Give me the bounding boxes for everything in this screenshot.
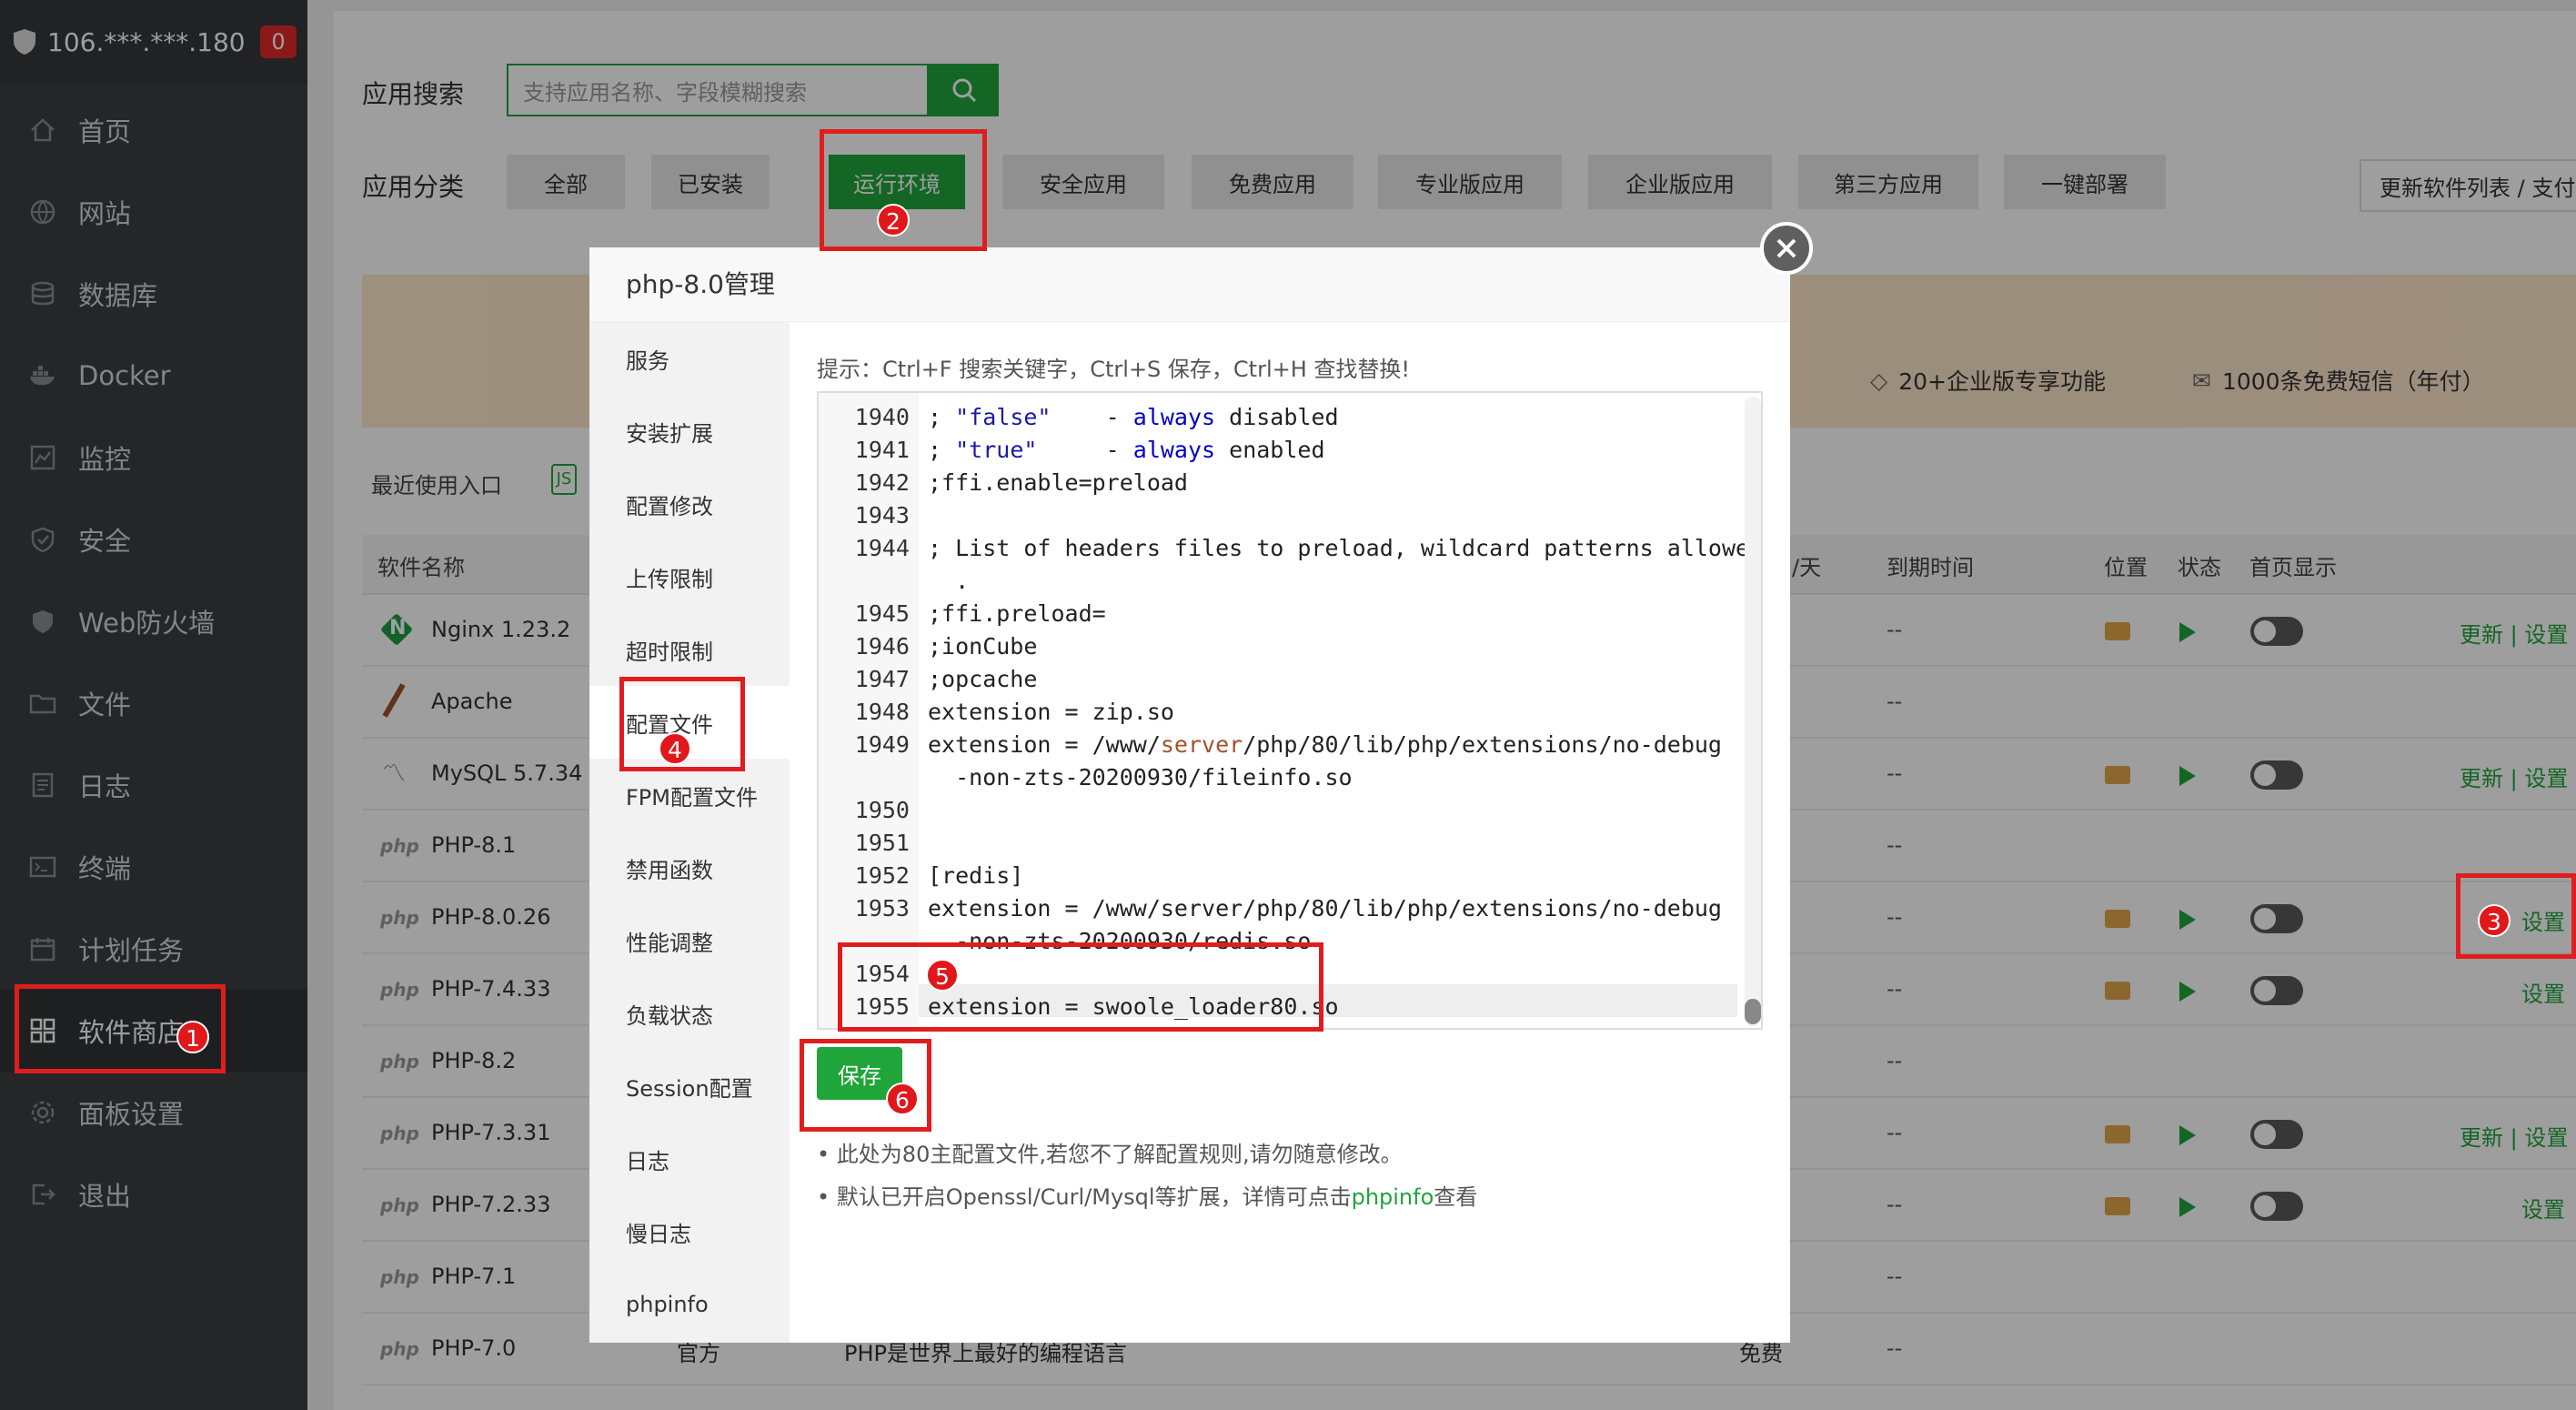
code-line: extension = /www/server/php/80/lib/php/e…	[928, 895, 1722, 922]
line-number: 1953	[854, 895, 910, 922]
line-number: 1945	[854, 600, 910, 627]
dialog-sidebar: 服务 安装扩展 配置修改 上传限制 超时限制 配置文件 FPM配置文件 禁用函数…	[589, 322, 790, 1343]
dialog-title: php-8.0管理	[589, 247, 1790, 322]
tab-slow-log[interactable]: 慢日志	[589, 1195, 790, 1268]
dialog-close-button[interactable]	[1760, 222, 1813, 275]
line-number: 1950	[854, 797, 910, 823]
step-badge-5: 5	[926, 959, 959, 992]
editor-tip: 提示：Ctrl+F 搜索关键字，Ctrl+S 保存，Ctrl+H 查找替换!	[817, 357, 1411, 382]
code-line: ; "true" - always enabled	[928, 437, 1325, 463]
code-line: ;ffi.preload=	[928, 600, 1106, 627]
line-number: 1943	[854, 502, 910, 529]
tab-log[interactable]: 日志	[589, 1123, 790, 1195]
tab-fpm-config-file[interactable]: FPM配置文件	[589, 759, 790, 831]
code-line: ;ffi.enable=preload	[928, 469, 1188, 496]
tab-phpinfo[interactable]: phpinfo	[589, 1268, 790, 1341]
tab-service[interactable]: 服务	[589, 322, 790, 395]
tab-config-edit[interactable]: 配置修改	[589, 468, 790, 540]
tab-disabled-functions[interactable]: 禁用函数	[589, 831, 790, 904]
code-line: extension = /www/server/php/80/lib/php/e…	[928, 731, 1722, 758]
step-badge-3: 3	[2478, 904, 2511, 937]
line-number: 1946	[854, 633, 910, 660]
step-badge-4: 4	[659, 732, 691, 765]
code-line: [redis]	[928, 862, 1024, 889]
editor-scrollbar-thumb[interactable]	[1745, 999, 1761, 1024]
line-number: 1944	[854, 535, 910, 561]
line-number: 1942	[854, 469, 910, 496]
note-item: • 此处为80主配置文件,若您不了解配置规则,请勿随意修改。	[817, 1142, 1403, 1167]
code-line: ;opcache	[928, 666, 1038, 692]
tab-upload-limit[interactable]: 上传限制	[589, 540, 790, 613]
code-line: extension = swoole_loader80.so	[928, 993, 1339, 1020]
tab-session-config[interactable]: Session配置	[589, 1050, 790, 1123]
tab-performance[interactable]: 性能调整	[589, 904, 790, 977]
tab-load-status[interactable]: 负载状态	[589, 977, 790, 1050]
close-icon	[1776, 238, 1796, 258]
line-number: 1951	[854, 830, 910, 856]
line-number: 1947	[854, 666, 910, 692]
tab-timeout-limit[interactable]: 超时限制	[589, 613, 790, 686]
config-code-editor[interactable]: 1940 ; "false" - always disabled 1941 ; …	[817, 391, 1763, 1030]
editor-scrollbar[interactable]	[1745, 397, 1761, 1026]
line-number: 1941	[854, 437, 910, 463]
line-number: 1940	[854, 404, 910, 430]
code-line-wrap: .	[928, 568, 970, 594]
note-item: • 默认已开启Openssl/Curl/Mysql等扩展，详情可点击phpinf…	[817, 1184, 1478, 1210]
line-number: 1949	[854, 731, 910, 758]
step-badge-2: 2	[877, 204, 910, 237]
code-line: ; "false" - always disabled	[928, 404, 1339, 430]
line-number: 1948	[854, 699, 910, 725]
code-line-wrap: -non-zts-20200930/redis.so	[928, 928, 1312, 954]
code-line: ;ionCube	[928, 633, 1038, 660]
line-number: 1952	[854, 862, 910, 889]
tab-install-extension[interactable]: 安装扩展	[589, 395, 790, 468]
code-line: ; List of headers files to preload, wild…	[928, 535, 1763, 561]
step-badge-6: 6	[886, 1083, 919, 1115]
phpinfo-link[interactable]: phpinfo	[1352, 1184, 1434, 1210]
code-line: extension = zip.so	[928, 699, 1174, 725]
line-number: 1955	[854, 993, 910, 1020]
step-badge-1: 1	[176, 1021, 209, 1053]
line-number: 1954	[854, 961, 910, 987]
code-line-wrap: -non-zts-20200930/fileinfo.so	[928, 764, 1353, 791]
